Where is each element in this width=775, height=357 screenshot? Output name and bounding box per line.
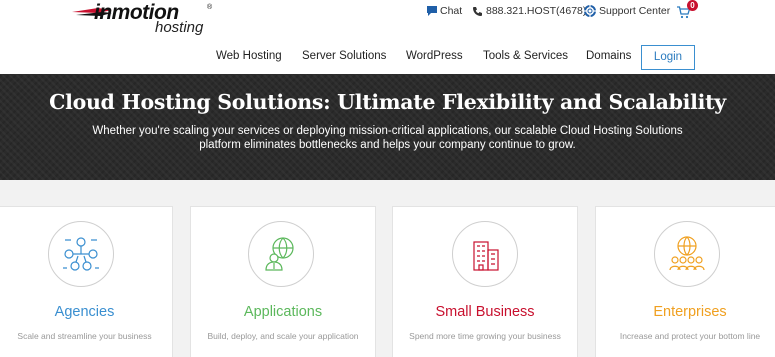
site-header: inmotion ® hosting Chat 888.321.HOST(467… xyxy=(0,0,775,74)
phone-link[interactable]: 888.321.HOST(4678) xyxy=(472,4,586,18)
card-title: Applications xyxy=(243,304,323,320)
chat-label: Chat xyxy=(440,5,463,17)
support-center-link[interactable]: Support Center xyxy=(584,4,670,18)
card-small-business[interactable]: Small Business Spend more time growing y… xyxy=(392,206,578,357)
enterprise-team-icon xyxy=(669,236,705,271)
logo-registered-mark: ® xyxy=(207,4,213,11)
agency-network-icon xyxy=(63,237,99,271)
card-description: Scale and streamline your business xyxy=(17,331,152,341)
applications-icon-circle xyxy=(248,221,314,287)
cart-button[interactable]: 0 xyxy=(677,0,699,19)
hero-banner: Cloud Hosting Solutions: Ultimate Flexib… xyxy=(0,74,775,180)
card-title: Small Business xyxy=(435,304,535,320)
building-icon xyxy=(473,241,499,271)
enterprises-icon-circle xyxy=(654,221,720,287)
card-enterprises[interactable]: Enterprises Increase and protect your bo… xyxy=(595,206,775,357)
phone-icon xyxy=(473,6,482,16)
hero-subtitle: Whether you're scaling your services or … xyxy=(92,125,683,151)
chat-link[interactable]: Chat xyxy=(427,4,462,18)
hero-title: Cloud Hosting Solutions: Ultimate Flexib… xyxy=(49,90,726,114)
card-title: Agencies xyxy=(54,304,115,320)
lifebuoy-icon xyxy=(584,5,596,17)
phone-label: 888.321.HOST(4678) xyxy=(486,5,587,17)
nav-server-solutions[interactable]: Server Solutions xyxy=(302,50,386,62)
chat-icon xyxy=(427,6,437,16)
globe-user-icon xyxy=(265,237,294,271)
card-description: Spend more time growing your business xyxy=(409,331,561,341)
card-agencies[interactable]: Agencies Scale and streamline your busin… xyxy=(0,206,173,357)
card-description: Build, deploy, and scale your applicatio… xyxy=(207,331,359,341)
support-center-label: Support Center xyxy=(599,5,671,17)
cart-count-badge: 0 xyxy=(687,0,698,11)
small-business-icon-circle xyxy=(452,221,518,287)
nav-tools-services[interactable]: Tools & Services xyxy=(483,50,568,62)
card-title: Enterprises xyxy=(653,304,727,320)
login-button[interactable]: Login xyxy=(641,45,695,70)
card-description: Increase and protect your bottom line xyxy=(619,331,761,341)
logo-subtitle: hosting xyxy=(155,19,204,36)
nav-domains[interactable]: Domains xyxy=(586,50,631,62)
card-applications[interactable]: Applications Build, deploy, and scale yo… xyxy=(190,206,376,357)
nav-web-hosting[interactable]: Web Hosting xyxy=(216,50,282,62)
nav-wordpress[interactable]: WordPress xyxy=(406,50,463,62)
inmotion-logo[interactable]: inmotion ® hosting xyxy=(72,1,222,41)
agencies-icon-circle xyxy=(48,221,114,287)
